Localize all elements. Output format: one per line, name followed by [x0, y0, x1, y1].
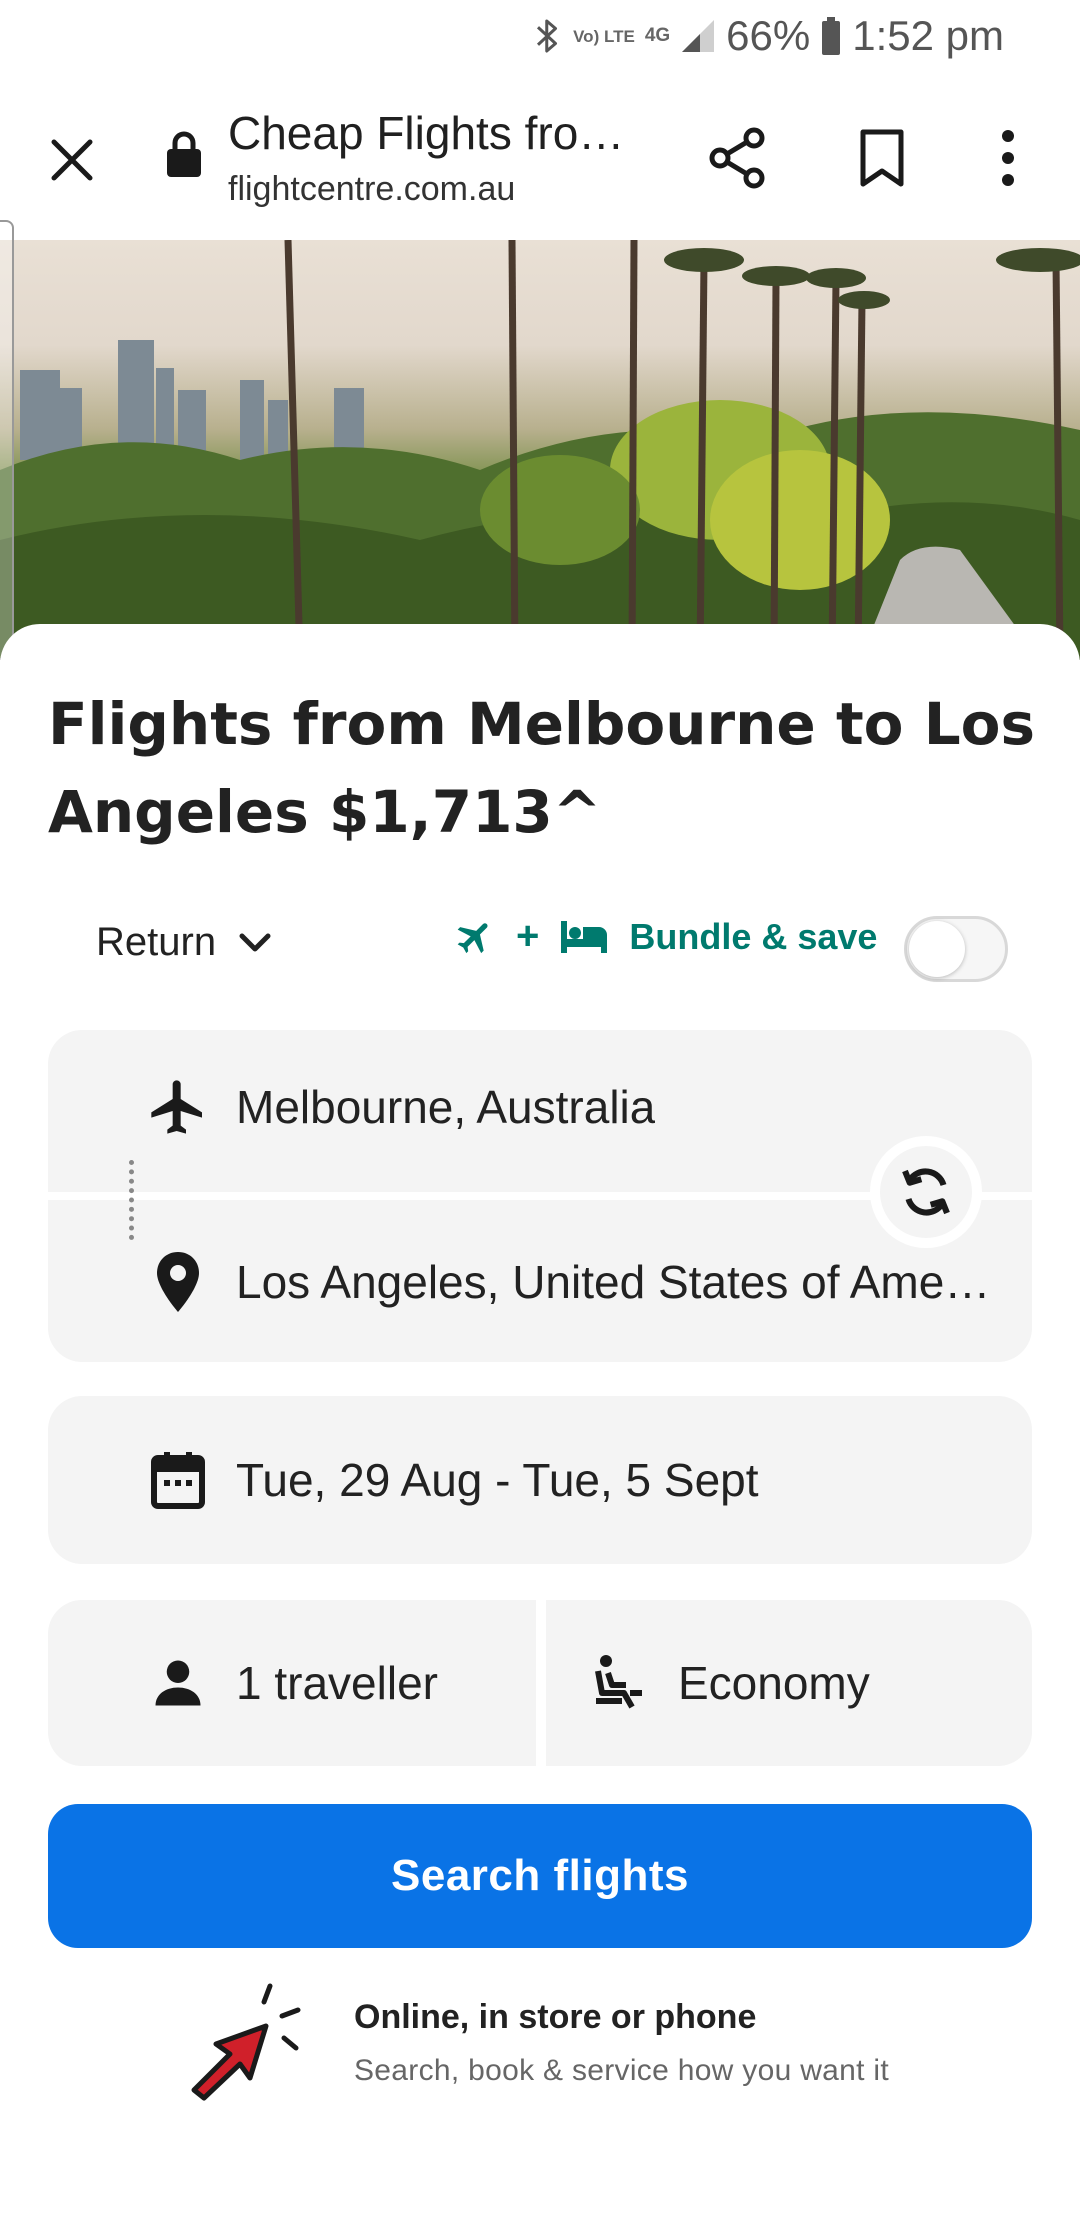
share-icon — [709, 127, 765, 189]
calendar-icon — [144, 1446, 212, 1514]
more-vert-icon — [1002, 130, 1014, 186]
toggle-knob — [909, 921, 965, 977]
travellers-value: 1 traveller — [236, 1657, 438, 1709]
bundle-toggle[interactable] — [904, 916, 1008, 982]
battery-percent: 66% — [726, 12, 811, 59]
location-pin-icon — [144, 1248, 212, 1316]
page-heading: Flights from Melbourne to Los Angeles $1… — [48, 690, 1036, 846]
share-button[interactable] — [700, 120, 776, 196]
travellers-field[interactable]: 1 traveller — [48, 1600, 536, 1766]
bluetooth-icon — [533, 16, 563, 56]
chevron-down-icon — [239, 933, 271, 951]
bed-icon — [561, 920, 608, 953]
destination-value: Los Angeles, United States of Ame… — [236, 1256, 991, 1308]
cabin-class-value: Economy — [678, 1657, 870, 1709]
volte-indicator: Vo) LTE — [573, 26, 635, 46]
network-type-label: 4G — [644, 25, 671, 46]
bundle-plus: + — [516, 914, 540, 958]
person-icon — [144, 1649, 212, 1717]
route-connector — [129, 1160, 134, 1240]
status-icons: Vo) LTE 4G 66% 1:52 pm — [533, 8, 1004, 64]
swap-locations-button[interactable] — [870, 1136, 982, 1248]
promo-subtitle: Search, book & service how you want it — [354, 2054, 889, 2087]
hero-image — [0, 240, 1080, 660]
hero-edge-divider — [0, 220, 14, 660]
hero-illustration — [0, 240, 1080, 660]
page-title: Cheap Flights fro… — [228, 107, 625, 159]
promo-title: Online, in store or phone — [354, 1998, 757, 2036]
more-options-button[interactable] — [970, 120, 1046, 196]
bundle-save-label: Bundle & save — [629, 915, 878, 957]
status-bar: Vo) LTE 4G 66% 1:52 pm — [0, 0, 1080, 72]
trip-type-label: Return — [96, 920, 217, 964]
swap-icon — [902, 1168, 950, 1216]
close-button[interactable] — [36, 124, 108, 196]
departure-plane-icon — [144, 1073, 212, 1141]
bookmark-icon — [860, 129, 904, 187]
signal-icon — [680, 18, 716, 54]
travel-dates-field[interactable]: Tue, 29 Aug - Tue, 5 Sept — [48, 1396, 1032, 1564]
page-url[interactable]: flightcentre.com.au — [228, 170, 515, 209]
search-flights-button[interactable]: Search flights — [48, 1804, 1032, 1948]
browser-toolbar: Cheap Flights fro… flightcentre.com.au — [0, 80, 1080, 240]
plane-icon — [457, 922, 488, 953]
bookmark-button[interactable] — [844, 120, 920, 196]
click-cursor-icon — [191, 1983, 301, 2101]
travel-dates-value: Tue, 29 Aug - Tue, 5 Sept — [236, 1454, 759, 1506]
seat-icon — [586, 1649, 654, 1717]
cabin-class-field[interactable]: Economy — [546, 1600, 1032, 1766]
origin-value: Melbourne, Australia — [236, 1081, 656, 1133]
trip-type-dropdown[interactable]: Return — [96, 920, 272, 965]
clock: 1:52 pm — [852, 12, 1004, 59]
flight-search-card: Flights from Melbourne to Los Angeles $1… — [0, 624, 1080, 2220]
lock-icon — [167, 131, 201, 177]
close-icon — [51, 139, 93, 181]
bundle-save-option[interactable]: + Bundle & save — [454, 914, 877, 959]
battery-icon — [820, 16, 842, 56]
